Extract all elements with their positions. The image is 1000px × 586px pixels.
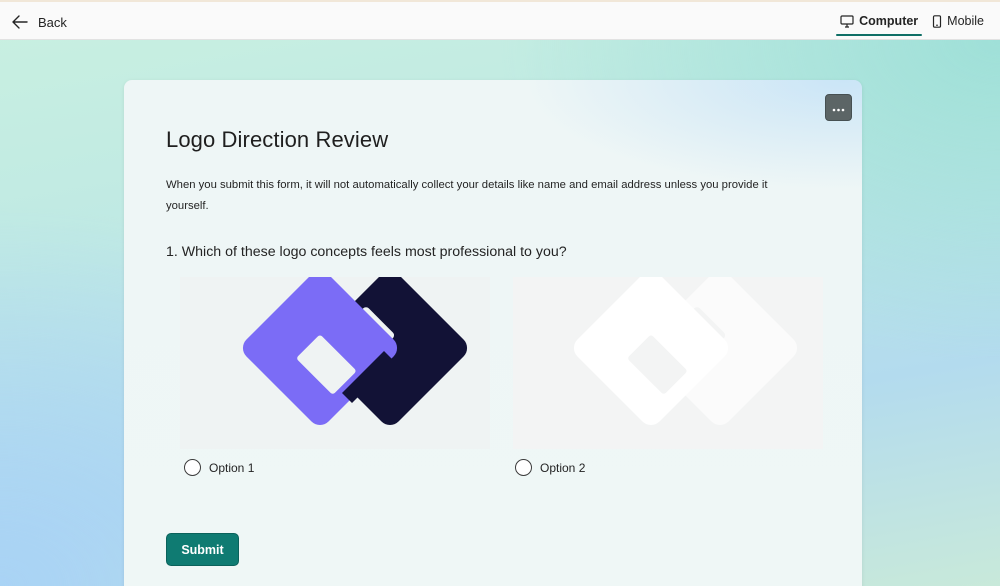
purple-navy-logo-graphic [242,277,468,426]
option-1-image[interactable] [180,277,490,449]
tab-mobile[interactable]: Mobile [928,2,988,40]
view-tabs: Computer Mobile [836,2,988,40]
option-1-label: Option 1 [209,460,255,475]
top-bar: Back Computer Mobile [0,0,1000,40]
option-1-choice[interactable]: Option 1 [184,459,254,476]
submit-button[interactable]: Submit [166,533,239,566]
question-title: 1. Which of these logo concepts feels mo… [166,244,567,260]
form-card: Logo Direction Review When you submit th… [124,80,862,586]
arrow-left-icon [12,15,28,29]
ellipsis-icon [832,99,845,117]
back-label: Back [38,14,67,30]
tab-computer-label: Computer [859,14,919,28]
form-description: When you submit this form, it will not a… [166,179,768,212]
monitor-icon [840,14,854,28]
phone-icon [932,14,942,28]
tab-mobile-label: Mobile [947,14,984,28]
form-title: Logo Direction Review [166,127,389,152]
more-options-button[interactable] [825,94,852,121]
tab-computer[interactable]: Computer [836,2,923,40]
option-2-label: Option 2 [540,460,586,475]
option-2-radio[interactable] [515,459,532,476]
white-logo-graphic [573,277,798,426]
option-2-choice[interactable]: Option 2 [515,459,585,476]
option-2-image[interactable] [513,277,823,449]
back-button[interactable]: Back [8,9,71,35]
option-1-radio[interactable] [184,459,201,476]
